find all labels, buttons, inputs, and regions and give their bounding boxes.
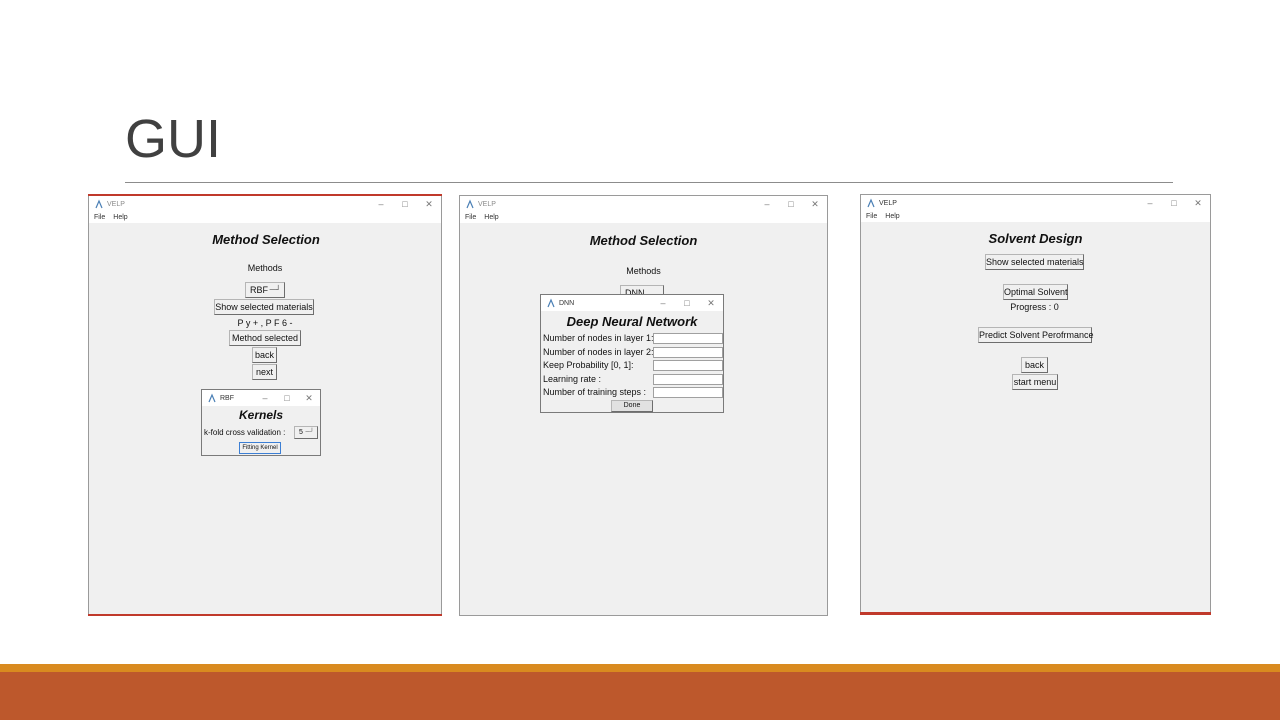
- predict-solvent-button[interactable]: Predict Solvent Perofrmance: [978, 327, 1094, 343]
- menu-help[interactable]: Help: [484, 214, 498, 221]
- dialog-titlebar: RBF – □ ✕: [202, 390, 320, 406]
- kfold-dropdown[interactable]: 5 ─┘: [294, 426, 318, 439]
- back-button[interactable]: back: [1021, 357, 1048, 373]
- dialog-title: DNN: [559, 299, 575, 307]
- training-steps-input[interactable]: [653, 387, 723, 398]
- dropdown-arrow-icon: ─┘: [269, 285, 281, 294]
- close-icon[interactable]: ✕: [298, 393, 320, 404]
- nodes-layer2-input[interactable]: [653, 347, 723, 358]
- keep-probability-input[interactable]: [653, 360, 723, 371]
- menu-bar: File Help: [861, 211, 1210, 222]
- field-label: Number of training steps :: [543, 387, 647, 397]
- title-divider: [125, 182, 1173, 183]
- field-label: Number of nodes in layer 1:: [543, 333, 654, 343]
- dialog-heading: Deep Neural Network: [566, 314, 698, 329]
- menu-file[interactable]: File: [866, 213, 877, 220]
- page-heading: Solvent Design: [988, 231, 1083, 246]
- dropdown-arrow-icon: ─┘: [305, 429, 314, 435]
- menu-file[interactable]: File: [465, 214, 476, 221]
- materials-text: P y + , P F 6 -: [237, 318, 293, 328]
- maximize-icon[interactable]: □: [779, 199, 803, 209]
- window-title: VELP: [879, 199, 897, 207]
- start-menu-button[interactable]: start menu: [1012, 374, 1058, 390]
- methods-label: Methods: [626, 266, 661, 276]
- feather-icon: [207, 393, 217, 403]
- menu-help[interactable]: Help: [113, 214, 127, 221]
- slide-title: GUI: [125, 109, 222, 169]
- methods-label: Methods: [247, 263, 283, 273]
- nodes-layer1-input[interactable]: [653, 333, 723, 344]
- velp-window-solvent-design: VELP – □ ✕ File Help Solvent Design Show…: [860, 194, 1211, 615]
- field-label: Number of nodes in layer 2:: [543, 347, 654, 357]
- footer-band-rust: [0, 672, 1280, 720]
- minimize-icon[interactable]: –: [651, 298, 675, 308]
- maximize-icon[interactable]: □: [1162, 198, 1186, 208]
- kfold-label: k-fold cross validation :: [204, 428, 286, 437]
- optimal-solvent-button[interactable]: Optimal Solvent: [1003, 284, 1068, 300]
- learning-rate-input[interactable]: [653, 374, 723, 385]
- minimize-icon[interactable]: –: [254, 393, 276, 403]
- window-titlebar: VELP – □ ✕: [460, 196, 827, 212]
- fitting-kernel-button[interactable]: Fitting Kernel: [239, 442, 281, 454]
- menu-file[interactable]: File: [94, 214, 105, 221]
- window-titlebar: VELP – □ ✕: [89, 196, 441, 212]
- maximize-icon[interactable]: □: [276, 393, 298, 403]
- minimize-icon[interactable]: –: [1138, 198, 1162, 208]
- back-button[interactable]: back: [252, 347, 277, 363]
- maximize-icon[interactable]: □: [675, 298, 699, 308]
- dialog-heading: Kernels: [238, 408, 284, 422]
- close-icon[interactable]: ✕: [417, 199, 441, 210]
- window-titlebar: VELP – □ ✕: [861, 195, 1210, 211]
- window-edge: [88, 194, 442, 196]
- progress-text: Progress : 0: [1010, 302, 1059, 312]
- field-label: Learning rate :: [543, 374, 602, 384]
- minimize-icon[interactable]: –: [369, 199, 393, 209]
- dialog-titlebar: DNN – □ ✕: [541, 295, 723, 311]
- window-title: VELP: [478, 200, 496, 208]
- page-heading: Method Selection: [589, 233, 698, 248]
- method-dropdown-value: RBF: [250, 285, 268, 295]
- show-selected-materials-button[interactable]: Show selected materials: [214, 299, 314, 315]
- window-edge: [860, 612, 1211, 615]
- show-selected-materials-button[interactable]: Show selected materials: [985, 254, 1084, 270]
- next-button[interactable]: next: [252, 364, 277, 380]
- window-edge: [88, 614, 442, 616]
- footer-band-orange: [0, 664, 1280, 672]
- minimize-icon[interactable]: –: [755, 199, 779, 209]
- menu-help[interactable]: Help: [885, 213, 899, 220]
- velp-window-method-selection-dnn: VELP – □ ✕ File Help Method Selection Me…: [459, 195, 828, 616]
- done-button[interactable]: Done: [611, 400, 653, 412]
- close-icon[interactable]: ✕: [1186, 198, 1210, 209]
- rbf-dialog: RBF – □ ✕ Kernels k-fold cross validatio…: [201, 389, 321, 456]
- window-title: VELP: [107, 200, 125, 208]
- feather-icon: [866, 198, 876, 208]
- close-icon[interactable]: ✕: [699, 298, 723, 309]
- feather-icon: [465, 199, 475, 209]
- page-heading: Method Selection: [212, 232, 320, 247]
- feather-icon: [546, 298, 556, 308]
- menu-bar: File Help: [89, 212, 441, 223]
- field-label: Keep Probability [0, 1]:: [543, 360, 634, 370]
- menu-bar: File Help: [460, 212, 827, 223]
- maximize-icon[interactable]: □: [393, 199, 417, 209]
- feather-icon: [94, 199, 104, 209]
- kfold-value: 5: [299, 429, 303, 436]
- dialog-title: RBF: [220, 394, 234, 402]
- dnn-dialog: DNN – □ ✕ Deep Neural Network Number of …: [540, 294, 724, 413]
- method-dropdown[interactable]: RBF ─┘: [245, 282, 285, 298]
- close-icon[interactable]: ✕: [803, 199, 827, 210]
- method-selected-button[interactable]: Method selected: [229, 330, 301, 346]
- velp-window-method-selection-rbf: VELP – □ ✕ File Help Method Selection Me…: [88, 195, 442, 616]
